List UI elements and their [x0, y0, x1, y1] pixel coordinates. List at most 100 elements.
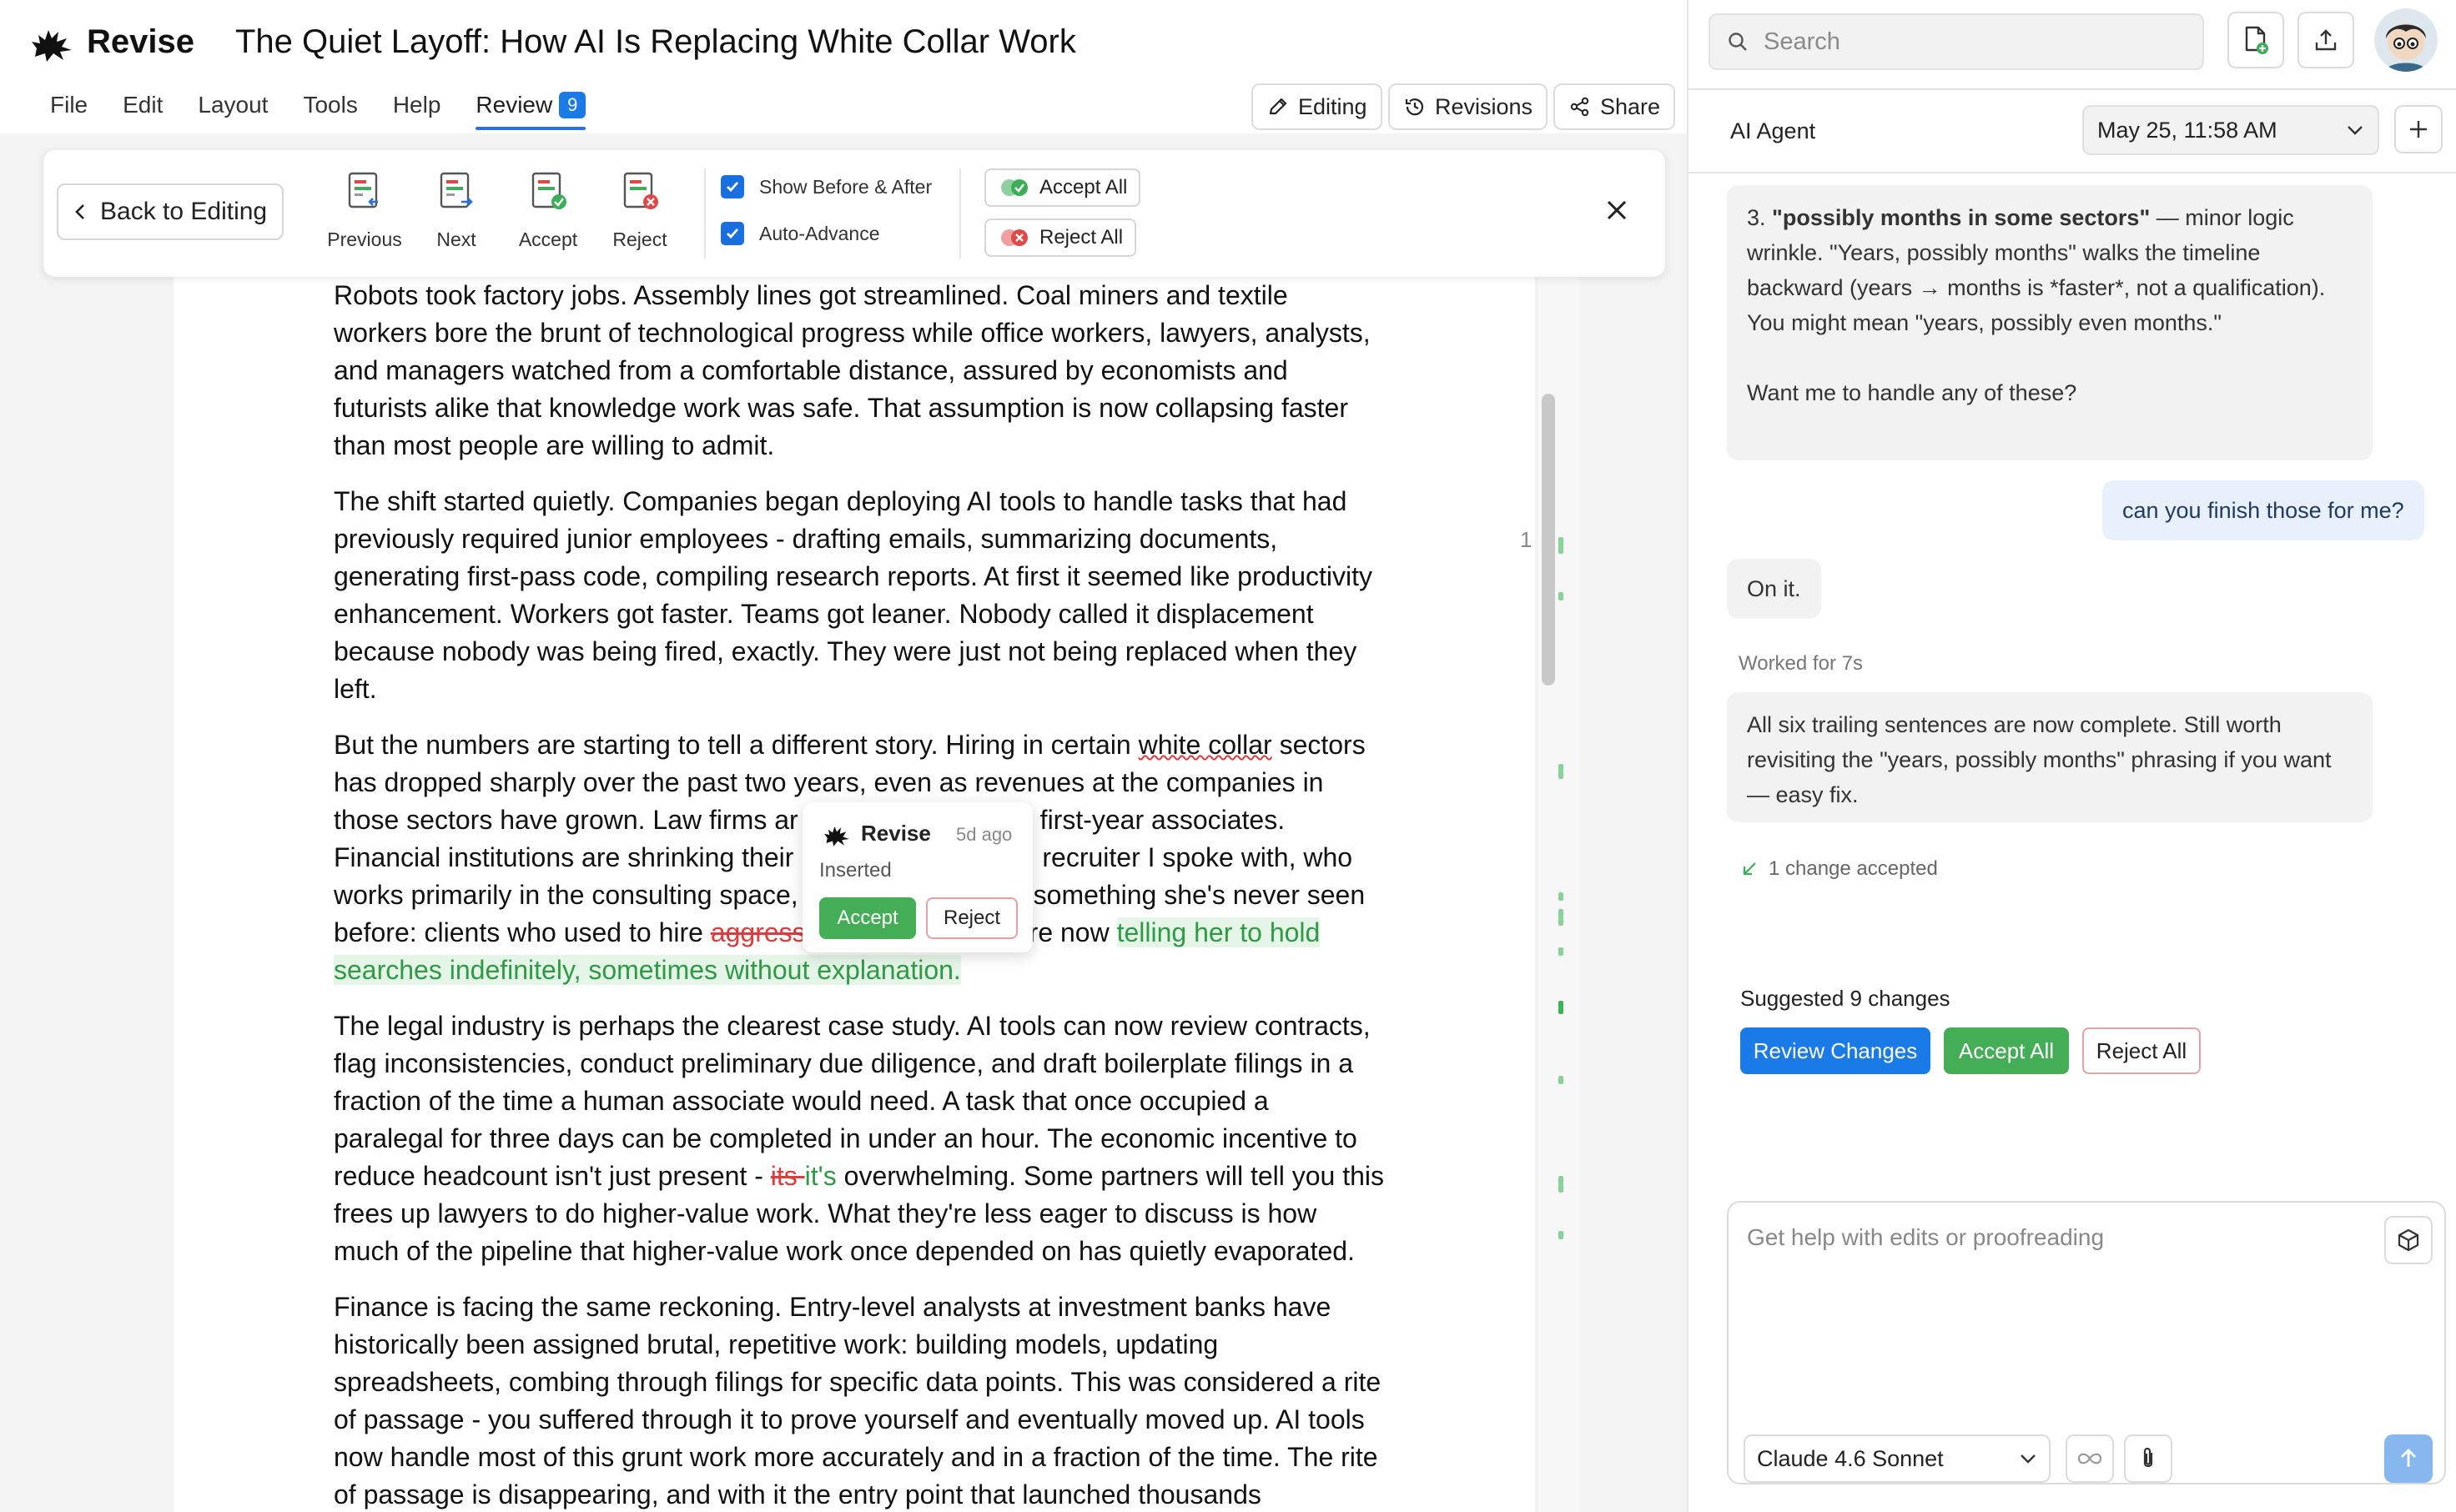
- auto-advance-label: Auto-Advance: [759, 222, 880, 244]
- accept-all-icon: [1001, 179, 1028, 196]
- quoted-phrase: "possibly months in some sectors": [1772, 205, 2151, 230]
- plus-icon: [2410, 121, 2427, 138]
- reject-all-button[interactable]: Reject All: [984, 219, 1137, 257]
- change-marker[interactable]: [1558, 592, 1563, 600]
- sidebar-reject-all-button[interactable]: Reject All: [2082, 1027, 2201, 1074]
- accept-all-button[interactable]: Accept All: [984, 168, 1141, 207]
- menu-bar: File Edit Layout Tools Help Review 9: [50, 92, 621, 130]
- editing-label: Editing: [1298, 93, 1367, 119]
- brand-name: Revise: [87, 23, 194, 60]
- change-marker[interactable]: [1558, 1176, 1563, 1193]
- popup-accept-button[interactable]: Accept: [819, 897, 916, 939]
- user-avatar[interactable]: [2374, 8, 2438, 72]
- show-before-after-toggle[interactable]: Show Before & After: [721, 175, 932, 198]
- paragraph-4: The legal industry is perhaps the cleare…: [334, 1007, 1385, 1270]
- assistant-message: All six trailing sentences are now compl…: [1727, 692, 2373, 822]
- spelling-flag[interactable]: white collar: [1139, 730, 1272, 760]
- back-label: Back to Editing: [100, 198, 268, 225]
- text-run: But the numbers are starting to tell a d…: [334, 730, 1139, 760]
- revisions-button[interactable]: Revisions: [1388, 83, 1548, 130]
- agent-title: AI Agent: [1730, 118, 1816, 143]
- top-bar: Revise The Quiet Layoff: How AI Is Repla…: [0, 0, 1687, 133]
- toolbar-divider: [704, 168, 706, 259]
- worked-duration: Worked for 7s: [1739, 652, 1863, 675]
- sidebar-accept-all-button[interactable]: Accept All: [1944, 1027, 2069, 1074]
- model-name: Claude 4.6 Sonnet: [1757, 1445, 1944, 1471]
- change-marker[interactable]: [1558, 537, 1563, 554]
- menu-layout[interactable]: Layout: [198, 92, 268, 118]
- accept-change-button[interactable]: Accept: [502, 170, 594, 251]
- editor-area: Revise The Quiet Layoff: How AI Is Repla…: [0, 0, 1687, 1512]
- context-button[interactable]: [2384, 1216, 2433, 1264]
- menu-edit[interactable]: Edit: [123, 92, 163, 118]
- change-marker[interactable]: [1558, 764, 1563, 779]
- toolbar-divider: [959, 168, 961, 259]
- change-marker[interactable]: [1558, 909, 1563, 926]
- paragraph-1: Robots took factory jobs. Assembly lines…: [334, 280, 1371, 460]
- menu-review[interactable]: Review 9: [476, 92, 586, 130]
- change-marker[interactable]: [1558, 892, 1563, 901]
- assistant-message: On it.: [1727, 559, 1821, 619]
- popup-reject-button[interactable]: Reject: [926, 897, 1018, 939]
- change-marker[interactable]: [1558, 1231, 1563, 1239]
- model-select[interactable]: Claude 4.6 Sonnet: [1744, 1434, 2051, 1483]
- agent-header: AI Agent May 25, 11:58 AM: [1688, 88, 2456, 173]
- send-button[interactable]: [2384, 1434, 2433, 1483]
- auto-advance-toggle[interactable]: Auto-Advance: [721, 222, 879, 245]
- message-text: 3. "possibly months in some sectors" — m…: [1747, 200, 2353, 340]
- popup-author: Revise: [861, 821, 931, 846]
- next-change-button[interactable]: Next: [410, 170, 502, 251]
- session-select[interactable]: May 25, 11:58 AM: [2082, 105, 2379, 155]
- review-count-badge: 9: [559, 92, 586, 118]
- checkbox-checked-icon[interactable]: [721, 222, 744, 245]
- review-changes-button[interactable]: Review Changes: [1740, 1027, 1930, 1074]
- session-date: May 25, 11:58 AM: [2097, 117, 2277, 143]
- inserted-text[interactable]: it's: [805, 1161, 837, 1191]
- menu-review-label: Review: [476, 92, 553, 118]
- chat-composer[interactable]: Get help with edits or proofreading Clau…: [1727, 1201, 2446, 1484]
- list-number: 3.: [1747, 205, 1773, 230]
- change-marker[interactable]: [1558, 947, 1563, 956]
- accept-label: Accept: [518, 229, 578, 250]
- new-document-button[interactable]: [2227, 12, 2284, 68]
- document-title[interactable]: The Quiet Layoff: How AI Is Replacing Wh…: [235, 23, 1076, 61]
- back-to-editing-button[interactable]: Back to Editing: [57, 183, 284, 240]
- menu-tools[interactable]: Tools: [303, 92, 357, 118]
- export-button[interactable]: [2297, 12, 2354, 68]
- editing-mode-button[interactable]: Editing: [1251, 83, 1382, 130]
- paperclip-icon: [2143, 1447, 2153, 1468]
- next-label: Next: [436, 229, 476, 250]
- new-chat-button[interactable]: [2394, 105, 2443, 153]
- close-icon[interactable]: [1598, 192, 1635, 229]
- share-button[interactable]: Share: [1553, 83, 1676, 130]
- search-placeholder: Search: [1764, 28, 1840, 55]
- loop-mode-button[interactable]: [2066, 1434, 2114, 1483]
- chevron-left-icon: [75, 204, 84, 219]
- infinity-icon: [2077, 1453, 2102, 1464]
- popup-change-type: Inserted: [819, 859, 892, 882]
- attach-button[interactable]: [2124, 1434, 2172, 1483]
- change-marker-active[interactable]: [1558, 1001, 1563, 1014]
- next-icon: [440, 172, 473, 208]
- new-document-icon: [2245, 26, 2268, 54]
- chevron-down-icon: [2021, 1454, 2036, 1464]
- deleted-text[interactable]: aggress: [711, 917, 806, 947]
- change-marker[interactable]: [1558, 1076, 1563, 1084]
- menu-help[interactable]: Help: [393, 92, 441, 118]
- reject-icon: [623, 172, 658, 209]
- chevron-down-icon: [2348, 126, 2363, 135]
- page-marker: 1: [1520, 527, 1532, 552]
- reject-all-label: Reject All: [1039, 226, 1124, 249]
- previous-change-button[interactable]: Previous: [319, 170, 410, 251]
- menu-file[interactable]: File: [50, 92, 88, 118]
- user-message: can you finish those for me?: [2102, 480, 2424, 540]
- scrollbar-thumb[interactable]: [1542, 394, 1555, 686]
- checkbox-checked-icon[interactable]: [721, 175, 744, 198]
- popup-timestamp: 5d ago: [956, 824, 1013, 845]
- cube-icon: [2398, 1228, 2419, 1252]
- deleted-text[interactable]: its: [771, 1161, 805, 1191]
- search-input[interactable]: Search: [1709, 13, 2204, 70]
- paragraph-5: Finance is facing the same reckoning. En…: [334, 1292, 1382, 1509]
- reject-change-button[interactable]: Reject: [594, 170, 686, 251]
- change-accepted-note: 1 change accepted: [1740, 857, 1938, 881]
